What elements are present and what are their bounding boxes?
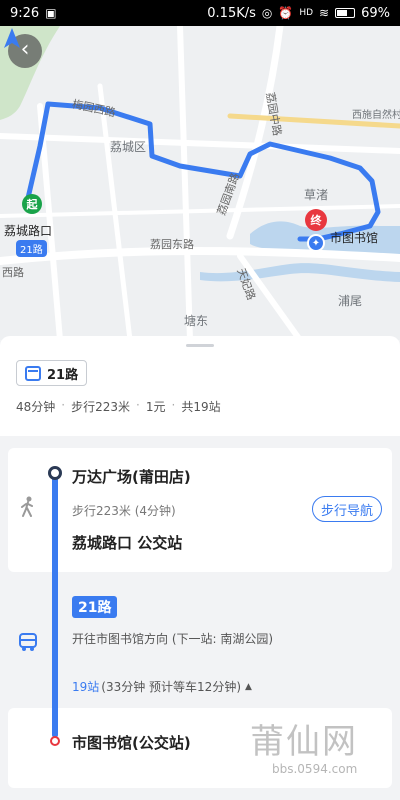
map-label-liyuan-east: 荔园东路 bbox=[150, 238, 194, 251]
network-speed: 0.15K/s bbox=[207, 5, 256, 21]
start-marker[interactable]: 起 bbox=[22, 194, 42, 214]
site-watermark: 莆仙网 bbs.0594.com bbox=[250, 714, 390, 794]
board-stop-title: 荔城路口 公交站 bbox=[72, 534, 183, 552]
bus-icon bbox=[25, 365, 41, 381]
river-branch bbox=[200, 263, 400, 282]
route-duration: 48分钟 bbox=[16, 400, 56, 414]
map-label-xishi: 西施自然村 bbox=[352, 110, 400, 121]
route-map[interactable]: 荔城区 梅园西路 荔园中路 荔园南路 荔园东路 天妃路 西路 草渚 浦尾 塘东 … bbox=[0, 26, 400, 340]
route-name: 21路 bbox=[47, 367, 79, 383]
end-stop-title: 市图书馆(公交站) bbox=[72, 734, 191, 752]
map-label-district: 荔城区 bbox=[110, 140, 147, 154]
watermark-logo-text: 莆仙网 bbox=[250, 722, 358, 762]
road-horizontal-1 bbox=[0, 133, 400, 154]
headphone-icon: ◎ bbox=[261, 6, 273, 20]
route-chip: 21路 bbox=[16, 360, 88, 386]
route-summary-card: 21路 48分钟 · 步行223米 · 1元 · 共19站 bbox=[0, 336, 400, 436]
stops-count: 19站 bbox=[72, 680, 100, 694]
alarm-icon: ⏰ bbox=[278, 6, 294, 20]
battery-icon bbox=[335, 8, 356, 18]
hd-signal-icon: HD bbox=[299, 7, 314, 18]
map-label-caozhu: 草渚 bbox=[304, 188, 329, 202]
status-time: 9:26 bbox=[10, 5, 40, 21]
timeline-start-dot bbox=[48, 466, 62, 480]
route-steps: 万达广场(莆田店) 步行223米 (4分钟) 步行导航 荔城路口 公交站 21路… bbox=[0, 436, 400, 800]
gallery-notification-icon: ▣ bbox=[45, 6, 57, 20]
status-bar: 9:26 ▣ 0.15K/s ◎ ⏰ HD ≋ 69% bbox=[0, 0, 400, 26]
route-timeline bbox=[52, 472, 58, 738]
walk-person-icon: ✦ bbox=[307, 234, 325, 252]
route-fare: 1元 bbox=[145, 400, 166, 414]
end-stop-label: 市图书馆 bbox=[330, 231, 379, 245]
road-liyuan-east bbox=[0, 246, 400, 265]
map-label-xilu: 西路 bbox=[2, 266, 24, 279]
stops-detail: (33分钟 预计等车12分钟) bbox=[101, 680, 241, 694]
road-vertical-mid bbox=[177, 26, 193, 340]
start-bus-badge: 21路 bbox=[16, 240, 47, 257]
wifi-icon: ≋ bbox=[319, 6, 330, 20]
walking-person-icon bbox=[21, 496, 33, 517]
bus-side-icon bbox=[19, 633, 37, 651]
route-stats: 48分钟 · 步行223米 · 1元 · 共19站 bbox=[16, 398, 221, 414]
location-arrow-icon[interactable] bbox=[0, 26, 24, 50]
map-label-tangdong: 塘东 bbox=[184, 314, 209, 328]
timeline-end-dot bbox=[50, 736, 60, 746]
expand-caret-icon: ▲ bbox=[245, 681, 252, 692]
watermark-url: bbs.0594.com bbox=[272, 762, 358, 776]
road-horizontal-2 bbox=[0, 204, 400, 218]
map-label-puwei: 浦尾 bbox=[338, 294, 363, 308]
drag-handle[interactable] bbox=[186, 344, 214, 347]
route-stops-total: 共19站 bbox=[181, 400, 221, 414]
walk-description: 步行223米 (4分钟) bbox=[72, 504, 176, 518]
bus-direction: 开往市图书馆方向 (下一站: 南湖公园) bbox=[72, 632, 274, 646]
end-marker[interactable]: 终 bbox=[305, 209, 327, 231]
bus-line-badge[interactable]: 21路 bbox=[72, 596, 118, 618]
route-walk: 步行223米 bbox=[71, 400, 131, 414]
start-location-title: 万达广场(莆田店) bbox=[72, 468, 191, 486]
battery-percent: 69% bbox=[361, 5, 390, 21]
start-stop-label: 荔城路口 bbox=[4, 224, 53, 238]
stops-expander[interactable]: 19站 (33分钟 预计等车12分钟) ▲ bbox=[72, 678, 252, 695]
walk-navigation-button[interactable]: 步行导航 bbox=[312, 496, 383, 522]
